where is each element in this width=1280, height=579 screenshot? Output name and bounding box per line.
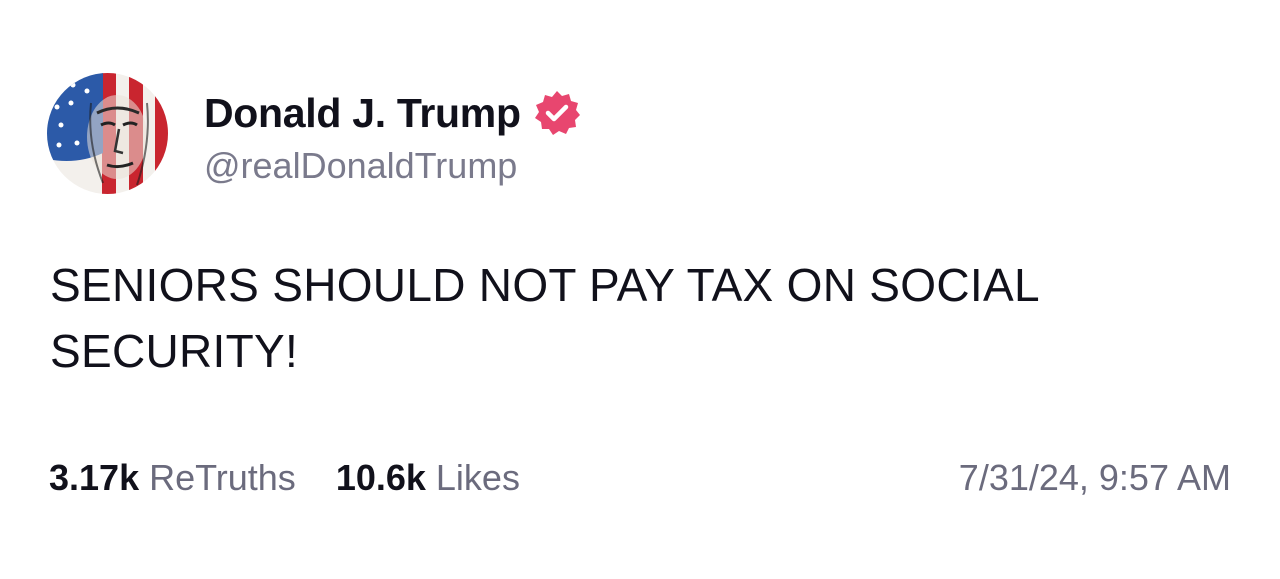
likes-stat[interactable]: 10.6k Likes xyxy=(336,457,520,499)
author-avatar[interactable] xyxy=(47,73,168,194)
retruths-stat[interactable]: 3.17k ReTruths xyxy=(49,457,296,499)
post-footer: 3.17k ReTruths 10.6k Likes 7/31/24, 9:57… xyxy=(49,455,1231,501)
post-timestamp[interactable]: 7/31/24, 9:57 AM xyxy=(959,457,1231,499)
author-identity: Donald J. Trump @realDonaldTrump xyxy=(204,86,581,187)
verified-badge-icon xyxy=(533,89,581,137)
retruths-label: ReTruths xyxy=(149,457,296,498)
post-body-text: SENIORS SHOULD NOT PAY TAX ON SOCIAL SEC… xyxy=(50,259,1039,377)
author-handle[interactable]: @realDonaldTrump xyxy=(204,145,581,187)
retruths-count: 3.17k xyxy=(49,457,140,498)
author-display-name[interactable]: Donald J. Trump xyxy=(204,90,521,137)
truth-post-card: Donald J. Trump @realDonaldTrump SENIORS… xyxy=(0,0,1280,579)
likes-label: Likes xyxy=(435,457,520,498)
name-row: Donald J. Trump xyxy=(204,86,581,140)
likes-count: 10.6k xyxy=(335,457,426,498)
flag-portrait-avatar-icon xyxy=(47,73,168,194)
